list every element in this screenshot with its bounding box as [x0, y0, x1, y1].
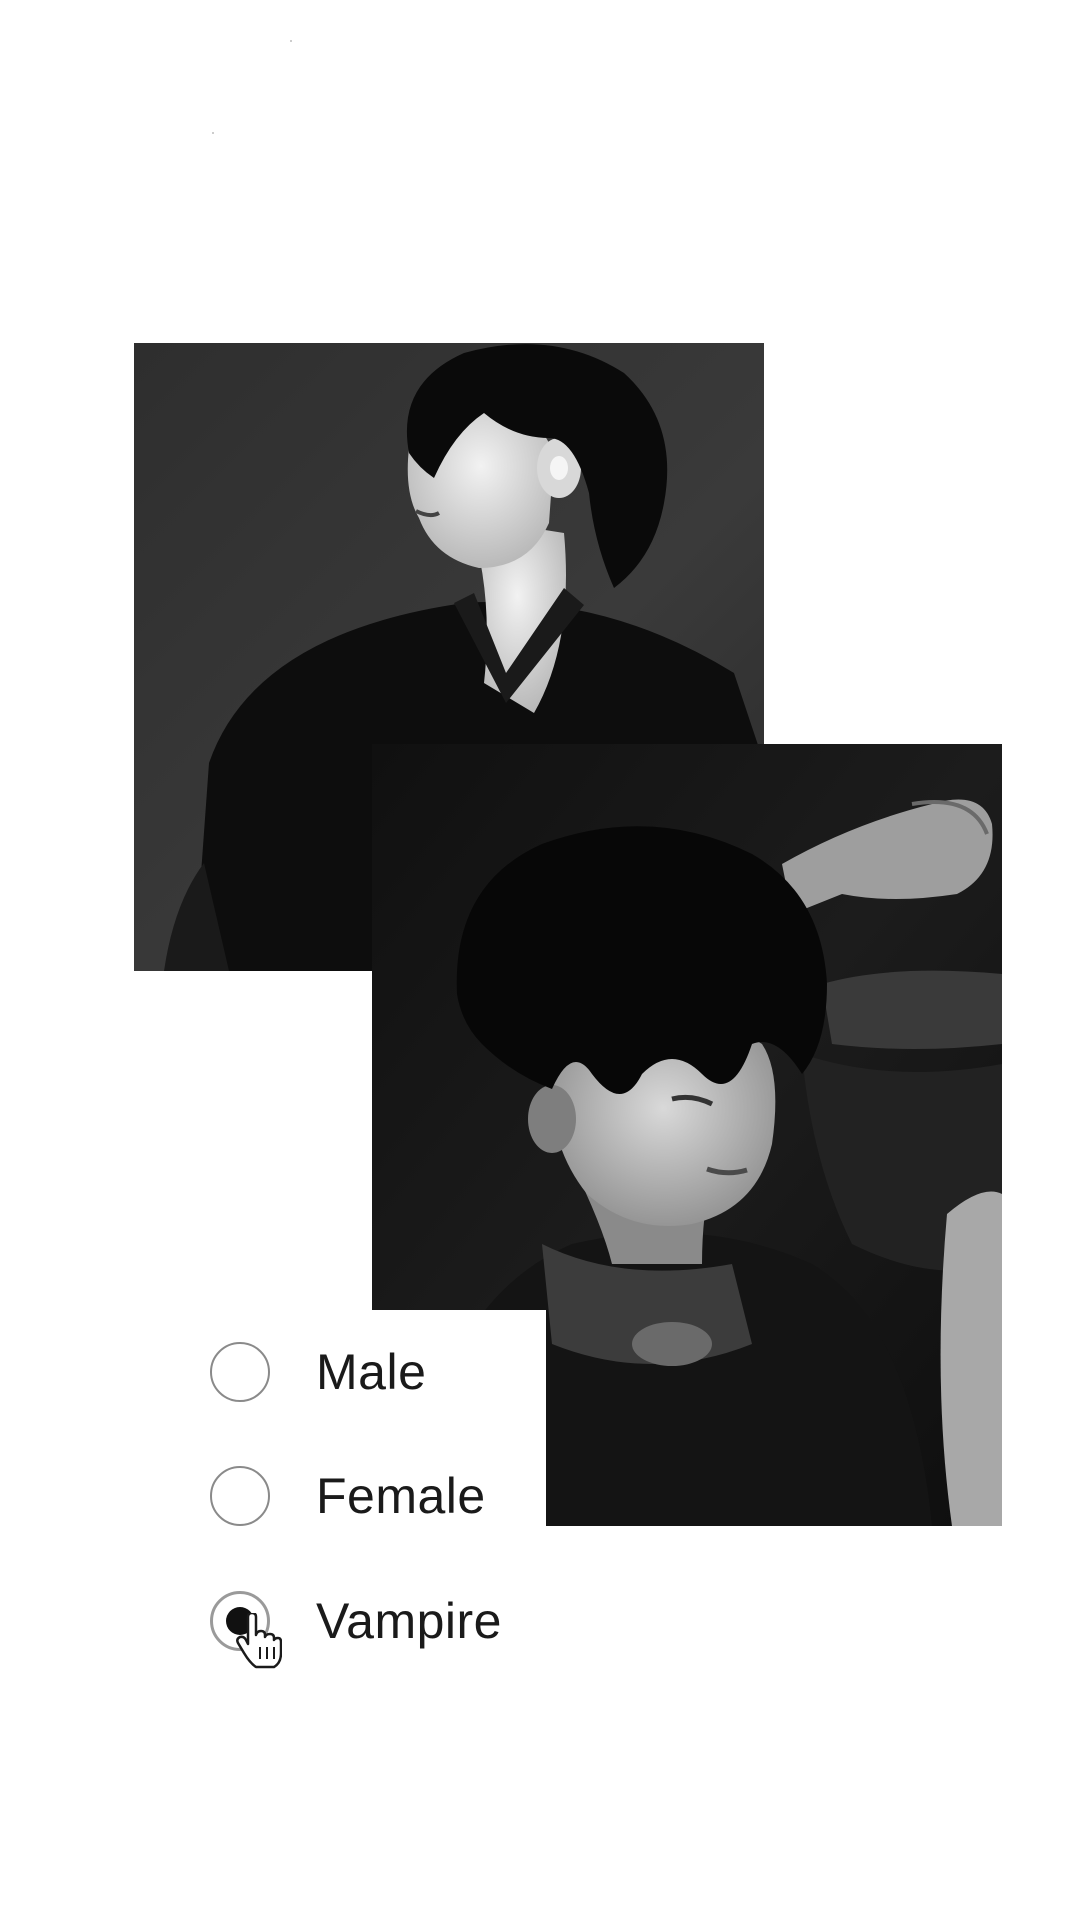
background-speck [290, 40, 292, 42]
radio-option-female[interactable]: Female [210, 1462, 630, 1530]
background-speck [212, 132, 214, 134]
radio-label-male: Male [316, 1344, 427, 1400]
radio-option-male[interactable]: Male [210, 1338, 630, 1406]
radio-label-female: Female [316, 1468, 486, 1524]
radio-label-vampire: Vampire [316, 1593, 502, 1649]
hand-pointer-icon [236, 1613, 282, 1669]
radio-option-vampire[interactable]: Vampire [210, 1587, 630, 1669]
radio-button-male[interactable] [210, 1342, 270, 1402]
radio-button-female[interactable] [210, 1466, 270, 1526]
